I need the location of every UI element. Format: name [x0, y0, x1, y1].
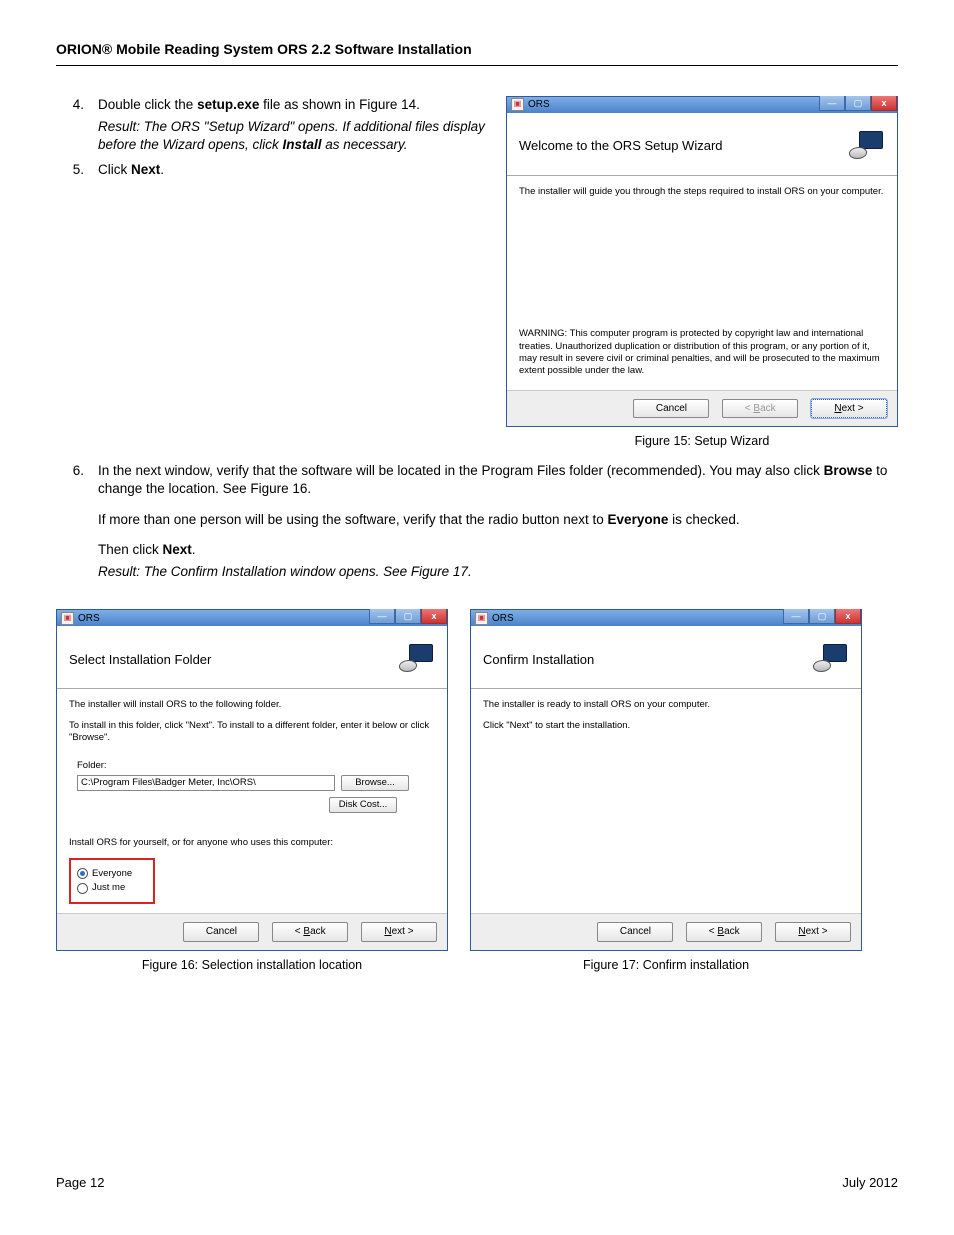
radio-justme[interactable]: Just me — [77, 882, 147, 894]
diskcost-button[interactable]: Disk Cost... — [329, 797, 397, 813]
browse-button[interactable]: Browse... — [341, 775, 409, 791]
close-button[interactable]: x — [871, 96, 897, 111]
instruction-text: Click "Next" to start the installation. — [483, 720, 849, 732]
back-button[interactable]: < Back — [686, 922, 762, 942]
step-text: If more than one person will be using th… — [98, 512, 608, 527]
step-text: . — [192, 542, 196, 557]
minimize-button[interactable]: — — [369, 609, 395, 624]
installer-icon: ▣ — [511, 98, 524, 111]
figure-15-caption: Figure 15: Setup Wizard — [506, 433, 898, 450]
banner-title: Select Installation Folder — [69, 651, 211, 669]
radio-group-highlight: Everyone Just me — [69, 858, 155, 905]
step-text: is checked. — [668, 512, 739, 527]
page-header: ORION® Mobile Reading System ORS 2.2 Sof… — [56, 40, 898, 66]
radio-icon — [77, 883, 88, 894]
page-date: July 2012 — [842, 1174, 898, 1192]
folder-input[interactable]: C:\Program Files\Badger Meter, Inc\ORS\ — [77, 775, 335, 791]
everyone-word: Everyone — [608, 512, 669, 527]
minimize-button[interactable]: — — [783, 609, 809, 624]
intro-text: The installer will install ORS to the fo… — [69, 699, 435, 711]
back-button: < Back — [722, 399, 798, 419]
back-button[interactable]: < Back — [272, 922, 348, 942]
next-button[interactable]: Next > — [811, 399, 887, 419]
installer-icon: ▣ — [475, 612, 488, 625]
setup-icon — [811, 644, 849, 674]
minimize-button[interactable]: — — [819, 96, 845, 111]
radio-icon — [77, 868, 88, 879]
figure-17-caption: Figure 17: Confirm installation — [470, 957, 862, 974]
radio-everyone[interactable]: Everyone — [77, 868, 147, 880]
next-button[interactable]: Next > — [775, 922, 851, 942]
intro-text: The installer will guide you through the… — [519, 186, 885, 198]
close-button[interactable]: x — [835, 609, 861, 624]
scope-text: Install ORS for yourself, or for anyone … — [69, 837, 435, 849]
install-word: Install — [282, 137, 321, 152]
setup-icon — [847, 131, 885, 161]
browse-word: Browse — [824, 463, 873, 478]
step-text: Click — [98, 162, 131, 177]
setup-icon — [397, 644, 435, 674]
step-text: Double click the — [98, 97, 197, 112]
folder-label: Folder: — [77, 760, 435, 772]
figure-15-screenshot: ▣ ORS — ▢ x Welcome to the ORS Setup Wiz… — [506, 96, 898, 428]
step-4: 4. Double click the setup.exe file as sh… — [56, 96, 490, 155]
banner-title: Confirm Installation — [483, 651, 594, 669]
step-number: 5. — [56, 161, 98, 179]
titlebar[interactable]: ▣ ORS — ▢ x — [471, 610, 861, 626]
step-number: 4. — [56, 96, 98, 155]
figure-16-caption: Figure 16: Selection installation locati… — [56, 957, 448, 974]
maximize-button[interactable]: ▢ — [845, 96, 871, 111]
window-title: ORS — [492, 612, 514, 626]
warning-text: WARNING: This computer program is protec… — [519, 328, 885, 377]
window-title: ORS — [528, 98, 550, 112]
maximize-button[interactable]: ▢ — [395, 609, 421, 624]
installer-icon: ▣ — [61, 612, 74, 625]
step-text: . — [160, 162, 164, 177]
step-text: In the next window, verify that the soft… — [98, 463, 824, 478]
page-number: Page 12 — [56, 1174, 104, 1192]
cancel-button[interactable]: Cancel — [183, 922, 259, 942]
step-text: file as shown in Figure 14. — [259, 97, 420, 112]
next-button[interactable]: Next > — [361, 922, 437, 942]
figure-17-screenshot: ▣ ORS — ▢ x Confirm Installation The ins… — [470, 609, 862, 951]
next-word: Next — [163, 542, 192, 557]
window-title: ORS — [78, 612, 100, 626]
result-text: Result: The Confirm Installation window … — [98, 563, 898, 581]
close-button[interactable]: x — [421, 609, 447, 624]
titlebar[interactable]: ▣ ORS — ▢ x — [57, 610, 447, 626]
instruction-text: To install in this folder, click "Next".… — [69, 720, 435, 745]
maximize-button[interactable]: ▢ — [809, 609, 835, 624]
step-text: Then click — [98, 542, 163, 557]
step-6: 6. In the next window, verify that the s… — [56, 462, 898, 581]
next-word: Next — [131, 162, 160, 177]
cancel-button[interactable]: Cancel — [597, 922, 673, 942]
banner-title: Welcome to the ORS Setup Wizard — [519, 137, 723, 155]
step-number: 6. — [56, 462, 98, 581]
step-5: 5. Click Next. — [56, 161, 490, 179]
intro-text: The installer is ready to install ORS on… — [483, 699, 849, 711]
radio-label: Just me — [92, 882, 125, 894]
filename: setup.exe — [197, 97, 259, 112]
titlebar[interactable]: ▣ ORS — ▢ x — [507, 97, 897, 113]
radio-label: Everyone — [92, 868, 132, 880]
figure-16-screenshot: ▣ ORS — ▢ x Select Installation Folder T… — [56, 609, 448, 951]
result-text: as necessary. — [321, 137, 407, 152]
cancel-button[interactable]: Cancel — [633, 399, 709, 419]
